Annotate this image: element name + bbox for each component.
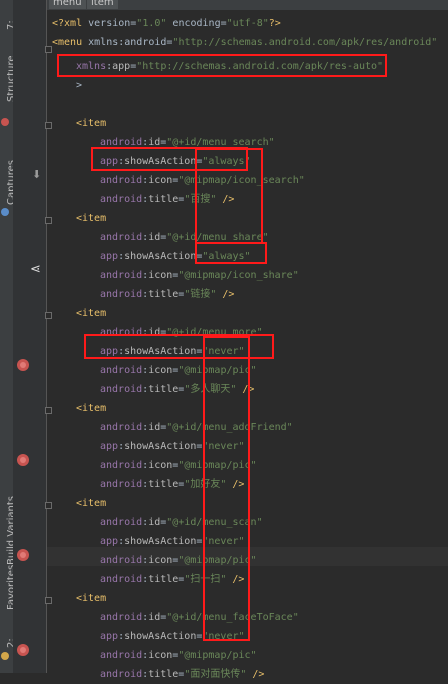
breakpoint-icon[interactable]: [17, 644, 29, 656]
item-icon-attr: android:icon="@mipmap/pic": [100, 650, 257, 661]
item-id-attr: android:id="@+id/menu_addFriend": [100, 422, 293, 433]
fold-icon[interactable]: [45, 312, 52, 319]
fold-icon[interactable]: [45, 502, 52, 509]
arrow-down-icon[interactable]: ⬇: [32, 168, 41, 181]
item-open-tag: <item: [76, 308, 107, 319]
item-open-tag: <item: [76, 213, 107, 224]
tool-window-strip: 7: Structure Captures Build Variants Fav…: [0, 0, 17, 673]
fold-icon[interactable]: [45, 46, 52, 53]
item-open-tag: <item: [76, 593, 107, 604]
editor-gutter: ⬇ ⋖: [13, 0, 47, 673]
item-open-tag: <item: [76, 403, 107, 414]
fold-icon[interactable]: [45, 407, 52, 414]
breakpoint-icon[interactable]: [17, 359, 29, 371]
xml-declaration: <?xml version="1.0" encoding="utf-8"?>: [52, 18, 281, 29]
fold-icon[interactable]: [45, 217, 52, 224]
item-id-attr: android:id="@+id/menu_faceToFace": [100, 612, 299, 623]
highlight-box-always-2: [195, 242, 267, 264]
highlight-box-xmlns-app: [57, 54, 387, 77]
favorites-star-icon: [1, 652, 9, 660]
highlight-box-titles-1: [195, 148, 263, 244]
breadcrumb-bar: menu item: [47, 0, 448, 10]
share-icon[interactable]: ⋖: [30, 262, 41, 277]
breakpoint-icon[interactable]: [17, 454, 29, 466]
item-open-tag: <item: [76, 118, 107, 129]
breadcrumb-item[interactable]: item: [87, 0, 118, 9]
menu-open-tag: <menu xmlns:android="http://schemas.andr…: [52, 37, 438, 48]
menu-open-close: >: [76, 80, 83, 91]
captures-tool-icon: [1, 208, 9, 216]
structure-tool-icon: [1, 118, 9, 126]
highlight-box-titles-2: [203, 336, 250, 641]
breakpoint-icon[interactable]: [17, 549, 29, 561]
fold-icon[interactable]: [45, 122, 52, 129]
breadcrumb-menu[interactable]: menu: [49, 0, 86, 9]
item-open-tag: <item: [76, 498, 107, 509]
item-icon-attr: android:icon="@mipmap/icon_share": [100, 270, 299, 281]
item-title-attr: android:title="面对面快传" />: [100, 669, 265, 680]
fold-icon[interactable]: [45, 597, 52, 604]
item-title-attr: android:title="链接" />: [100, 289, 235, 300]
